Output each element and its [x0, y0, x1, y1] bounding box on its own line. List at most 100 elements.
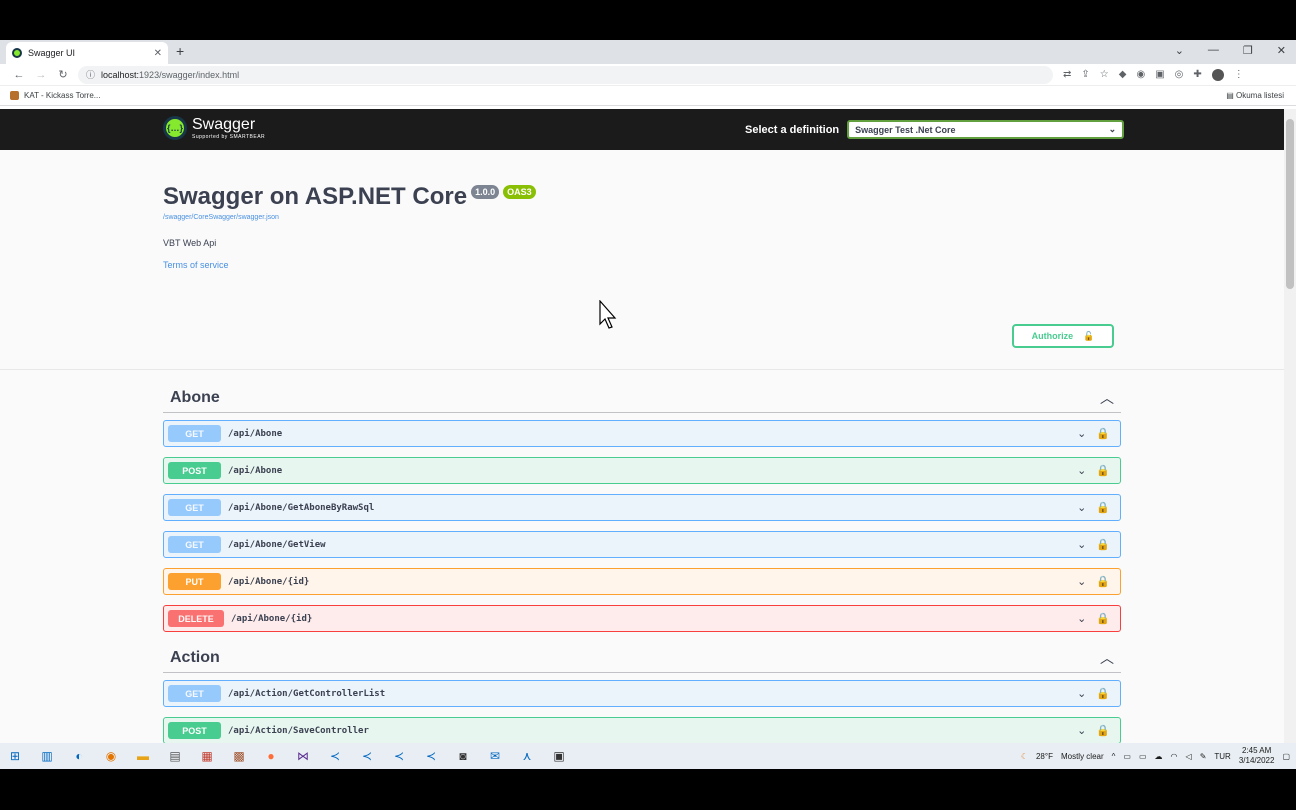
clock[interactable]: 2:45 AM 3/14/2022 [1239, 746, 1275, 766]
clock-date: 3/14/2022 [1238, 756, 1275, 765]
app-icon[interactable]: ◙ [454, 747, 472, 765]
extension-icon[interactable]: ▣ [1155, 69, 1164, 80]
operation-row[interactable]: POST /api/Abone ⌄ 🔒 [163, 457, 1121, 484]
weather-icon[interactable]: ☾ [1021, 752, 1028, 761]
volume-icon[interactable]: ◁ [1186, 752, 1192, 761]
app-icon[interactable]: ▩ [230, 747, 248, 765]
bookmark-icon [10, 91, 19, 100]
forward-icon[interactable]: → [30, 69, 52, 81]
lock-icon[interactable]: 🔒 [1096, 538, 1110, 551]
chevron-up-icon[interactable]: ︿ [1100, 388, 1114, 408]
lock-icon[interactable]: 🔒 [1096, 612, 1110, 625]
close-tab-icon[interactable]: ✕ [154, 48, 162, 59]
lock-icon[interactable]: 🔒 [1096, 427, 1110, 440]
operation-row[interactable]: GET /api/Action/GetControllerList ⌄ 🔒 [163, 680, 1121, 707]
swagger-json-link[interactable]: /swagger/CoreSwagger/swagger.json [163, 214, 279, 221]
tab-search-icon[interactable]: ⌄ [1175, 44, 1184, 57]
scrollbar-thumb[interactable] [1286, 119, 1294, 289]
lock-icon[interactable]: 🔒 [1096, 724, 1110, 737]
method-badge: POST [168, 462, 221, 479]
vscode-icon[interactable]: ≺ [390, 747, 408, 765]
puzzle-icon[interactable]: ✚ [1193, 69, 1201, 80]
tray-app-icon[interactable]: ▭ [1139, 752, 1147, 761]
app-icon[interactable]: ▤ [166, 747, 184, 765]
operation-row[interactable]: DELETE /api/Abone/{id} ⌄ 🔒 [163, 605, 1121, 632]
menu-icon[interactable]: ⋮ [1234, 69, 1244, 80]
notification-icon[interactable]: ▢ [1282, 752, 1290, 761]
tag-abone[interactable]: Abone ︿ [163, 383, 1121, 413]
vscode-icon[interactable]: ≺ [326, 747, 344, 765]
operation-row[interactable]: GET /api/Abone/GetView ⌄ 🔒 [163, 531, 1121, 558]
logo-text: Swagger [192, 115, 256, 133]
windows-start-icon[interactable]: ⊞ [6, 747, 24, 765]
weather-text[interactable]: Mostly clear [1061, 752, 1104, 761]
chevron-down-icon[interactable]: ⌄ [1077, 538, 1086, 551]
system-tray: ☾ 28°F Mostly clear ^ ▭ ▭ ☁ ◠ ◁ ✎ TUR 2:… [1021, 746, 1290, 766]
extension-icon[interactable]: ◆ [1119, 69, 1127, 80]
extension-icon[interactable]: ◎ [1175, 69, 1184, 80]
lock-icon[interactable]: 🔒 [1096, 687, 1110, 700]
app-icon[interactable]: ▦ [198, 747, 216, 765]
translate-icon[interactable]: ⇄ [1063, 69, 1071, 80]
back-icon[interactable]: ← [8, 69, 30, 81]
wifi-icon[interactable]: ◠ [1171, 752, 1178, 761]
lock-icon[interactable]: 🔒 [1096, 464, 1110, 477]
lock-icon[interactable]: 🔒 [1096, 501, 1110, 514]
vscode-icon[interactable]: ≺ [358, 747, 376, 765]
vscode-icon[interactable]: ≺ [422, 747, 440, 765]
pen-icon[interactable]: ✎ [1200, 752, 1207, 761]
reading-list[interactable]: ▤ Okuma listesi [1226, 91, 1284, 100]
operation-row[interactable]: PUT /api/Abone/{id} ⌄ 🔒 [163, 568, 1121, 595]
definition-value: Swagger Test .Net Core [855, 124, 956, 135]
chevron-down-icon[interactable]: ⌄ [1077, 724, 1086, 737]
mail-icon[interactable]: ✉ [486, 747, 504, 765]
visual-studio-icon[interactable]: ⋈ [294, 747, 312, 765]
api-description: VBT Web Api [163, 238, 217, 248]
app-icon[interactable]: ⋏ [518, 747, 536, 765]
operation-row[interactable]: POST /api/Action/SaveController ⌄ 🔒 [163, 717, 1121, 744]
edge-icon[interactable]: ◐ [70, 747, 88, 765]
chevron-down-icon[interactable]: ⌄ [1077, 687, 1086, 700]
chevron-down-icon[interactable]: ⌄ [1077, 501, 1086, 514]
method-badge: GET [168, 685, 221, 702]
file-explorer-icon[interactable]: ▬ [134, 747, 152, 765]
terms-of-service-link[interactable]: Terms of service [163, 260, 229, 270]
chevron-down-icon[interactable]: ⌄ [1077, 427, 1086, 440]
extension-icon[interactable]: ◉ [1136, 69, 1145, 80]
swagger-logo[interactable]: {…} Swagger Supported by SMARTBEAR [163, 116, 265, 140]
api-title: Swagger on ASP.NET Core [163, 183, 468, 210]
url-input[interactable]: ⓘ localhost: 1923/swagger/index.html [78, 65, 1053, 84]
page-scrollbar[interactable] [1284, 109, 1296, 744]
bookmark-star-icon[interactable]: ☆ [1100, 69, 1109, 80]
minimize-icon[interactable]: — [1208, 44, 1219, 57]
task-view-icon[interactable]: ▥ [38, 747, 56, 765]
site-info-icon[interactable]: ⓘ [86, 68, 95, 81]
chevron-up-icon[interactable]: ^ [1112, 752, 1116, 761]
app-icon[interactable]: ▣ [550, 747, 568, 765]
operation-row[interactable]: GET /api/Abone/GetAboneByRawSql ⌄ 🔒 [163, 494, 1121, 521]
onedrive-icon[interactable]: ☁ [1155, 752, 1163, 761]
language-indicator[interactable]: TUR [1214, 752, 1230, 761]
tag-action[interactable]: Action ︿ [163, 643, 1121, 673]
share-icon[interactable]: ⇪ [1081, 69, 1089, 80]
restore-icon[interactable]: ❐ [1243, 44, 1253, 57]
chrome-icon[interactable]: ◉ [102, 747, 120, 765]
operation-row[interactable]: GET /api/Abone ⌄ 🔒 [163, 420, 1121, 447]
chevron-down-icon[interactable]: ⌄ [1077, 464, 1086, 477]
weather-temp[interactable]: 28°F [1036, 752, 1053, 761]
postman-icon[interactable]: ● [262, 747, 280, 765]
definition-select[interactable]: Swagger Test .Net Core ⌄ [847, 120, 1125, 139]
bookmark-item[interactable]: KAT - Kickass Torre... [24, 91, 100, 100]
authorize-button[interactable]: Authorize 🔓 [1012, 324, 1114, 348]
tab-swagger-ui[interactable]: Swagger UI ✕ [6, 42, 168, 64]
reload-icon[interactable]: ↻ [52, 68, 74, 81]
profile-avatar[interactable] [1211, 68, 1224, 81]
close-window-icon[interactable]: ✕ [1277, 44, 1286, 57]
chevron-down-icon[interactable]: ⌄ [1077, 612, 1086, 625]
chevron-down-icon[interactable]: ⌄ [1077, 575, 1086, 588]
new-tab-icon[interactable]: + [176, 43, 184, 59]
tray-app-icon[interactable]: ▭ [1123, 752, 1131, 761]
oas-badge: OAS3 [503, 185, 536, 199]
chevron-up-icon[interactable]: ︿ [1100, 648, 1114, 668]
lock-icon[interactable]: 🔒 [1096, 575, 1110, 588]
